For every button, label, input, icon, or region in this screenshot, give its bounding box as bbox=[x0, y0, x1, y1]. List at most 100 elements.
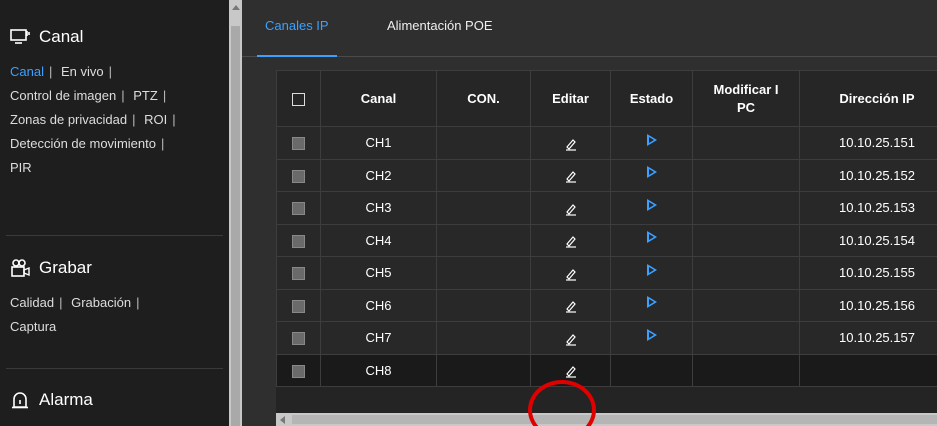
cell-modificar-ipc bbox=[692, 256, 800, 290]
row-select-cell[interactable] bbox=[276, 288, 321, 322]
link-pir[interactable]: PIR bbox=[10, 160, 32, 175]
scroll-up-arrow-icon[interactable] bbox=[232, 5, 240, 10]
table-row[interactable]: CH2 10.10.25.152 bbox=[276, 158, 937, 192]
cell-con bbox=[436, 321, 531, 355]
cell-estado bbox=[610, 288, 693, 322]
table-row[interactable]: CH8 bbox=[276, 353, 937, 387]
sidebar-scrollbar[interactable] bbox=[229, 0, 242, 426]
play-status-icon[interactable] bbox=[646, 296, 657, 309]
link-calidad[interactable]: Calidad bbox=[10, 295, 54, 310]
edit-pencil-icon[interactable] bbox=[564, 267, 578, 281]
canal-links: Canal | En vivo | Control de imagen | PTZ | … bbox=[10, 64, 176, 175]
table-horizontal-scrollbar[interactable] bbox=[276, 413, 937, 426]
main-panel: Canales IP Alimentación POE Canal CON. E… bbox=[242, 0, 937, 426]
record-camera-icon bbox=[10, 258, 30, 278]
row-select-cell[interactable] bbox=[276, 223, 321, 257]
sidebar-section-alarma: Alarma bbox=[0, 383, 229, 417]
row-select-cell[interactable] bbox=[276, 126, 321, 160]
cell-modificar-ipc bbox=[692, 191, 800, 225]
sidebar-title-label: Alarma bbox=[39, 390, 93, 409]
play-status-icon[interactable] bbox=[646, 133, 657, 146]
link-roi[interactable]: ROI bbox=[144, 112, 167, 127]
sidebar: Canal Canal | En vivo | Control de imagen |… bbox=[0, 0, 229, 426]
sidebar-title-grabar[interactable]: Grabar bbox=[0, 251, 229, 285]
table-row[interactable]: CH6 10.10.25.156 bbox=[276, 288, 937, 322]
sidebar-section-canal: Canal Canal | En vivo | Control de imagen |… bbox=[0, 20, 229, 235]
select-all-checkbox[interactable] bbox=[292, 92, 305, 106]
row-select-cell[interactable] bbox=[276, 158, 321, 192]
link-canal[interactable]: Canal bbox=[10, 64, 44, 79]
cell-direccion-ip: 10.10.25.154 bbox=[799, 223, 937, 257]
header-modificar-line2: PC bbox=[736, 99, 756, 115]
row-checkbox[interactable] bbox=[292, 169, 305, 183]
scrollbar-thumb[interactable] bbox=[292, 415, 937, 424]
row-checkbox[interactable] bbox=[292, 137, 305, 151]
cell-editar bbox=[530, 223, 611, 257]
cell-estado bbox=[610, 158, 693, 192]
grabar-links: Calidad | Grabación | Captura bbox=[10, 295, 140, 334]
cell-con bbox=[436, 288, 531, 322]
cell-con bbox=[436, 158, 531, 192]
cell-con bbox=[436, 223, 531, 257]
edit-pencil-icon[interactable] bbox=[564, 137, 578, 151]
tab-alimentacion-poe[interactable]: Alimentación POE bbox=[387, 18, 493, 33]
link-zonas-de-privacidad[interactable]: Zonas de privacidad bbox=[10, 112, 127, 127]
edit-pencil-icon[interactable] bbox=[564, 332, 578, 346]
cell-estado bbox=[610, 223, 693, 257]
cell-canal: CH7 bbox=[320, 321, 437, 355]
table-row[interactable]: CH3 10.10.25.153 bbox=[276, 191, 937, 225]
header-canal: Canal bbox=[320, 70, 437, 127]
link-en-vivo[interactable]: En vivo bbox=[61, 64, 104, 79]
table-row[interactable]: CH5 10.10.25.155 bbox=[276, 256, 937, 290]
row-checkbox[interactable] bbox=[292, 364, 305, 378]
channel-table-container: Canal CON. Editar Estado Modificar I PC D… bbox=[276, 70, 937, 413]
link-grabacion[interactable]: Grabación bbox=[71, 295, 131, 310]
link-control-de-imagen[interactable]: Control de imagen bbox=[10, 88, 116, 103]
tab-canales-ip[interactable]: Canales IP bbox=[257, 18, 337, 57]
play-status-icon[interactable] bbox=[646, 231, 657, 244]
edit-pencil-icon[interactable] bbox=[564, 169, 578, 183]
cell-direccion-ip: 10.10.25.152 bbox=[799, 158, 937, 192]
row-checkbox[interactable] bbox=[292, 234, 305, 248]
play-status-icon[interactable] bbox=[646, 328, 657, 341]
cell-modificar-ipc bbox=[692, 288, 800, 322]
link-ptz[interactable]: PTZ bbox=[133, 88, 158, 103]
row-select-cell[interactable] bbox=[276, 191, 321, 225]
table-row[interactable]: CH4 10.10.25.154 bbox=[276, 223, 937, 257]
cell-editar bbox=[530, 288, 611, 322]
scroll-left-arrow-icon[interactable] bbox=[280, 416, 285, 424]
link-deteccion-de-movimiento[interactable]: Detección de movimiento bbox=[10, 136, 156, 151]
edit-pencil-icon[interactable] bbox=[564, 364, 578, 378]
row-checkbox[interactable] bbox=[292, 202, 305, 216]
row-select-cell[interactable] bbox=[276, 321, 321, 355]
cell-canal: CH1 bbox=[320, 126, 437, 160]
row-checkbox[interactable] bbox=[292, 267, 305, 281]
sidebar-title-canal[interactable]: Canal bbox=[0, 20, 229, 54]
cell-estado bbox=[610, 321, 693, 355]
row-select-cell[interactable] bbox=[276, 256, 321, 290]
row-select-cell[interactable] bbox=[276, 353, 321, 387]
edit-pencil-icon[interactable] bbox=[564, 299, 578, 313]
channel-table: Canal CON. Editar Estado Modificar I PC D… bbox=[276, 70, 937, 387]
row-checkbox[interactable] bbox=[292, 299, 305, 313]
cell-modificar-ipc bbox=[692, 353, 800, 387]
cell-con bbox=[436, 353, 531, 387]
table-row[interactable]: CH7 10.10.25.157 bbox=[276, 321, 937, 355]
play-status-icon[interactable] bbox=[646, 198, 657, 211]
sidebar-title-alarma[interactable]: Alarma bbox=[0, 383, 229, 417]
scrollbar-thumb[interactable] bbox=[231, 26, 240, 426]
cell-modificar-ipc bbox=[692, 223, 800, 257]
edit-pencil-icon[interactable] bbox=[564, 202, 578, 216]
header-modificar-line1: Modificar I bbox=[713, 81, 779, 97]
cell-estado bbox=[610, 256, 693, 290]
play-status-icon[interactable] bbox=[646, 263, 657, 276]
header-select-all[interactable] bbox=[276, 70, 321, 127]
header-direccion-ip: Dirección IP bbox=[799, 70, 937, 127]
play-status-icon[interactable] bbox=[646, 166, 657, 179]
link-captura[interactable]: Captura bbox=[10, 319, 56, 334]
cell-editar bbox=[530, 191, 611, 225]
cell-editar bbox=[530, 158, 611, 192]
row-checkbox[interactable] bbox=[292, 332, 305, 346]
edit-pencil-icon[interactable] bbox=[564, 234, 578, 248]
table-row[interactable]: CH1 10.10.25.151 bbox=[276, 126, 937, 160]
